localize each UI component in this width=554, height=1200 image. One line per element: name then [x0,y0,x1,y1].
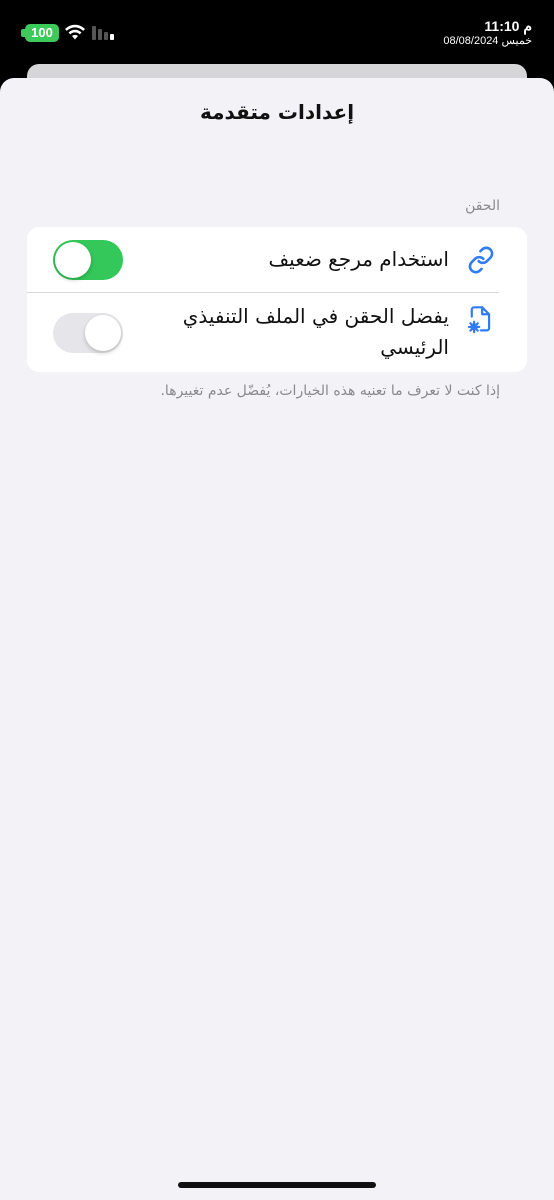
inject-main-executable-toggle[interactable] [53,313,123,353]
signal-icon [92,26,114,40]
setting-label-inject-main-executable: يفضل الحقن في الملف التنفيذي الرئيسي [182,304,449,359]
battery-indicator: 100 [25,24,59,42]
sheet-title: إعدادات متقدمة [199,100,355,124]
screen: 100 11:10 م خميس 08/08/2024 إعدادات متقد… [0,0,554,1200]
wifi-icon [65,24,85,40]
status-bar: 100 11:10 م خميس 08/08/2024 [0,0,554,64]
advanced-settings-sheet: إعدادات متقدمة الحقن استخدام مرجع ضعيف ي… [0,78,554,1200]
clock-time: 11:10 م [484,18,532,34]
link-icon [468,246,494,274]
clock: 11:10 م خميس 08/08/2024 [443,18,532,48]
toggle-knob [85,315,121,351]
setting-label-weak-reference: استخدام مرجع ضعيف [268,247,449,271]
section-header-injection: الحقن [465,198,500,214]
setting-row-inject-main-executable[interactable]: يفضل الحقن في الملف التنفيذي الرئيسي [27,293,527,372]
clock-date: خميس 08/08/2024 [443,35,532,47]
section-footnote: إذا كنت لا تعرف ما تعنيه هذه الخيارات، ي… [160,383,500,399]
file-gear-icon [467,306,491,334]
settings-card: استخدام مرجع ضعيف يفضل الحقن في الملف ال… [27,227,527,372]
toggle-knob [55,242,91,278]
home-indicator[interactable] [178,1182,376,1188]
setting-row-weak-reference[interactable]: استخدام مرجع ضعيف [27,227,527,292]
weak-reference-toggle[interactable] [53,240,123,280]
